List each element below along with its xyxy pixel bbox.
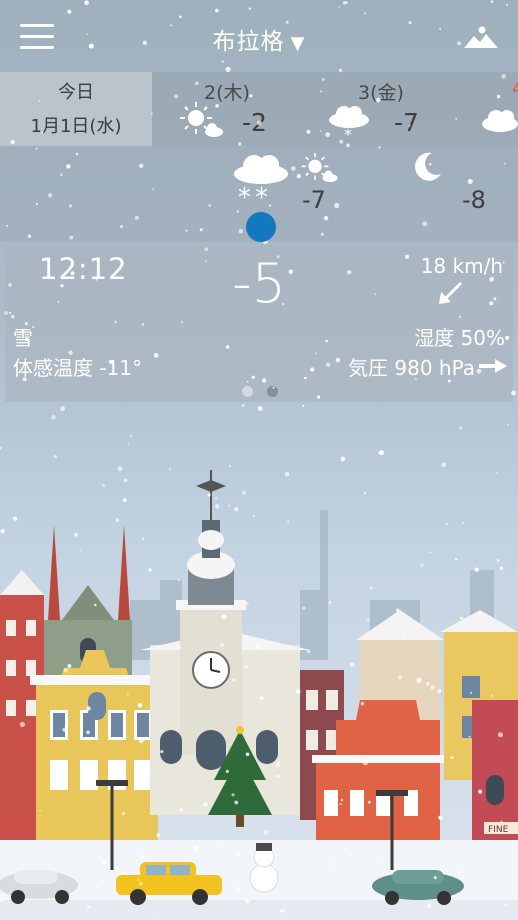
daily-forecast-strip[interactable]: 今日 1月1日(水) 2(木) -2 3(金) * -7 4: [0, 72, 518, 146]
hour-temp: -7: [302, 186, 326, 214]
svg-text:*: *: [344, 125, 352, 142]
svg-text:**: **: [238, 183, 272, 206]
day-thursday[interactable]: 2(木) -2: [152, 72, 312, 146]
page-dot-active: [267, 386, 278, 397]
svg-text:FINE: FINE: [488, 825, 509, 835]
day-friday[interactable]: 3(金) * -7: [312, 72, 472, 146]
day-next[interactable]: 4: [472, 72, 518, 146]
snow-cloud-icon: *: [329, 106, 369, 142]
top-bar: 布拉格 ▼: [0, 0, 518, 72]
snow-cloud-icon: **: [234, 155, 288, 206]
feels-like: 体感温度 -11°: [13, 356, 143, 380]
sun-cloud-icon: [301, 153, 338, 183]
city-selector[interactable]: 布拉格 ▼: [0, 22, 518, 56]
day-temp: -2: [242, 108, 267, 137]
cloud-icon: [482, 110, 518, 132]
wind-direction-icon: [439, 281, 463, 304]
moon-icon: [415, 152, 441, 181]
sun-cloud-icon: [180, 102, 223, 137]
city-name: 布拉格: [212, 29, 285, 55]
current-conditions-panel[interactable]: 12:12 -5 18 km/h 雪 体感温度 -11° 湿度 50% 気圧 9…: [5, 246, 513, 402]
day-date: 1月1日(水): [30, 116, 122, 137]
hour-temp: -8: [462, 186, 486, 214]
day-today[interactable]: 今日 1月1日(水): [0, 72, 152, 146]
pressure-trend-arrow-icon: [479, 359, 507, 373]
winter-town-illustration: FINE: [0, 470, 518, 920]
caret-down-icon: ▼: [290, 33, 306, 54]
day-label: 今日: [58, 82, 94, 103]
day-label: 4: [512, 76, 518, 100]
pressure: 気圧 980 hPa: [348, 356, 475, 380]
page-dot: [242, 386, 253, 397]
page-indicator[interactable]: [235, 382, 285, 401]
mountain-scene-icon[interactable]: [464, 26, 498, 50]
current-time-marker[interactable]: [246, 212, 276, 242]
humidity: 湿度 50%: [414, 326, 505, 350]
day-temp: -7: [394, 108, 419, 137]
condition-text: 雪: [13, 326, 33, 350]
wind-speed: 18 km/h: [420, 254, 503, 278]
